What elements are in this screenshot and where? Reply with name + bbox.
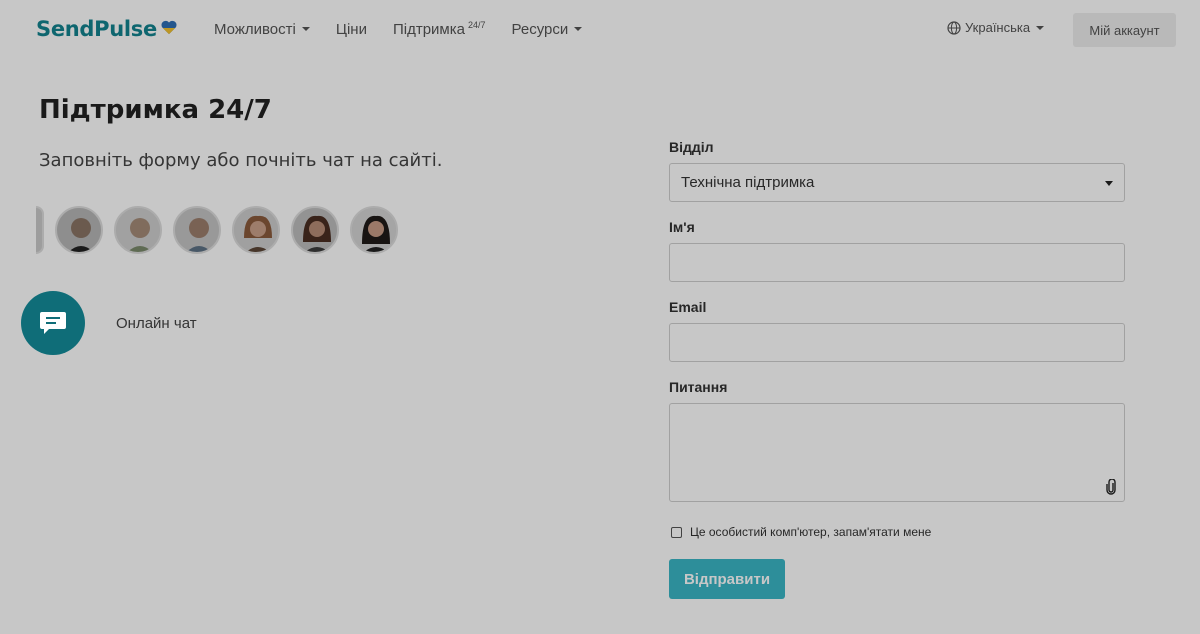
question-textarea[interactable] [669, 403, 1125, 502]
remember-checkbox[interactable] [671, 526, 682, 538]
page-subtitle: Заповніть форму або почніть чат на сайті… [39, 150, 443, 171]
nav-item-label: Підтримка [392, 20, 465, 38]
language-selector[interactable]: Українська [947, 20, 1045, 35]
paperclip-icon[interactable] [1106, 479, 1116, 495]
header: SendPulse Можливості Ціни Підтримка 24/7… [0, 0, 1200, 62]
chevron-down-icon [574, 27, 583, 31]
department-value: Технічна підтримка [681, 174, 815, 191]
name-group: Ім'я [669, 219, 1125, 282]
remember-me[interactable]: Це особистий комп'ютер, запам'ятати мене [671, 525, 931, 539]
logo-text: SendPulse [36, 17, 157, 41]
account-button[interactable]: Мій аккаунт [1073, 13, 1176, 47]
logo[interactable]: SendPulse [36, 17, 178, 41]
nav-item-pricing[interactable]: Ціни [323, 8, 380, 50]
nav-item-resources[interactable]: Ресурси [499, 8, 596, 50]
nav-item-support[interactable]: Підтримка 24/7 [379, 8, 499, 50]
chat-bubble-icon [40, 312, 66, 334]
email-label: Email [669, 299, 707, 315]
name-field[interactable] [669, 243, 1125, 282]
nav-item-label: Ресурси [511, 20, 569, 38]
department-label: Відділ [669, 139, 714, 155]
avatar [36, 206, 44, 254]
online-chat-widget[interactable]: Онлайн чат [21, 291, 265, 355]
avatar [232, 206, 280, 254]
chat-button[interactable] [21, 291, 85, 355]
chevron-down-icon [1036, 25, 1045, 30]
avatar [173, 206, 221, 254]
name-label: Ім'я [669, 219, 695, 235]
department-group: Відділ Технічна підтримка [669, 139, 1125, 202]
page: SendPulse Можливості Ціни Підтримка 24/7… [0, 0, 1200, 634]
question-group: Питання [669, 379, 1125, 502]
avatar [114, 206, 162, 254]
avatar [291, 206, 339, 254]
language-label: Українська [965, 20, 1031, 35]
globe-icon [947, 20, 961, 35]
email-group: Email [669, 299, 1125, 362]
department-select[interactable]: Технічна підтримка [669, 163, 1125, 202]
main-nav: Можливості Ціни Підтримка 24/7 Ресурси [201, 8, 595, 50]
question-label: Питання [669, 379, 728, 395]
nav-item-sup: 24/7 [467, 20, 486, 30]
avatar [350, 206, 398, 254]
email-field[interactable] [669, 323, 1125, 362]
nav-item-features[interactable]: Можливості [201, 8, 323, 50]
nav-item-label: Можливості [214, 20, 296, 38]
support-team-avatars [36, 206, 398, 254]
chat-label[interactable]: Онлайн чат [67, 294, 265, 352]
chevron-down-icon [301, 27, 310, 31]
remember-label: Це особистий комп'ютер, запам'ятати мене [690, 525, 932, 539]
page-title: Підтримка 24/7 [39, 95, 272, 125]
nav-item-label: Ціни [335, 20, 367, 38]
submit-button[interactable]: Відправити [669, 559, 785, 599]
support-form: Відділ Технічна підтримка Ім'я Email Пит… [621, 95, 1175, 614]
avatar [55, 206, 103, 254]
heart-icon [161, 20, 177, 34]
